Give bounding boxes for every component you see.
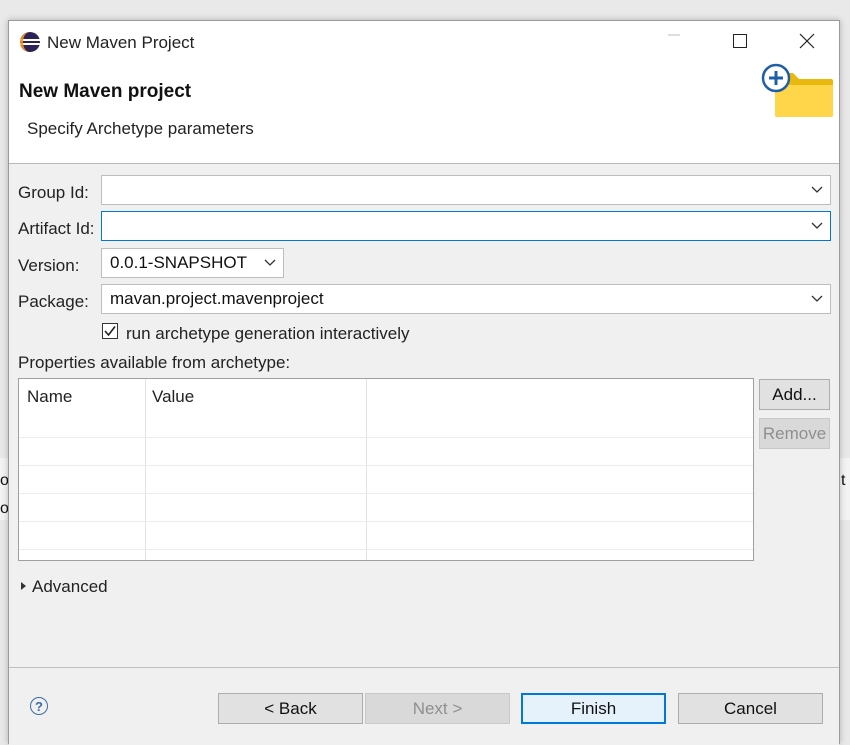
maximize-button[interactable] xyxy=(717,21,763,61)
interactive-checkbox-label[interactable]: run archetype generation interactively xyxy=(126,324,410,344)
version-label: Version: xyxy=(18,256,80,275)
chevron-down-icon[interactable] xyxy=(804,222,830,230)
cancel-button[interactable]: Cancel xyxy=(678,693,823,724)
table-row xyxy=(19,437,753,438)
title-bar: New Maven Project xyxy=(9,21,839,63)
new-maven-project-dialog: New Maven Project New Maven project Spec… xyxy=(8,20,840,745)
table-row xyxy=(19,549,753,550)
add-property-button[interactable]: Add... xyxy=(759,379,830,410)
finish-button[interactable]: Finish xyxy=(521,693,666,724)
window-title: New Maven Project xyxy=(47,33,195,52)
column-divider xyxy=(145,379,146,560)
minimize-button[interactable] xyxy=(651,21,697,61)
column-header-name[interactable]: Name xyxy=(27,387,72,407)
wizard-header: New Maven project Specify Archetype para… xyxy=(9,63,839,164)
column-divider xyxy=(366,379,367,560)
next-button[interactable]: Next > xyxy=(365,693,510,724)
expand-arrow-icon[interactable] xyxy=(20,581,28,591)
package-label: Package: xyxy=(18,292,89,311)
table-row xyxy=(19,465,753,466)
group-id-label: Group Id: xyxy=(18,183,89,202)
close-button[interactable] xyxy=(784,21,830,61)
minimize-icon xyxy=(668,34,680,36)
close-icon xyxy=(799,33,815,49)
eclipse-icon xyxy=(20,32,40,52)
chevron-down-icon[interactable] xyxy=(257,259,283,267)
group-id-combo[interactable] xyxy=(101,175,831,205)
package-value: mavan.project.mavenproject xyxy=(110,289,324,308)
maximize-icon xyxy=(733,34,747,48)
page-title: New Maven project xyxy=(19,81,192,102)
page-subtitle: Specify Archetype parameters xyxy=(27,119,254,138)
column-header-value[interactable]: Value xyxy=(152,387,194,407)
background-text: t xyxy=(841,472,846,489)
checkmark-icon xyxy=(104,326,116,337)
back-button[interactable]: < Back xyxy=(218,693,363,724)
chevron-down-icon[interactable] xyxy=(804,186,830,194)
properties-table[interactable]: Name Value xyxy=(18,378,754,561)
remove-property-button[interactable]: Remove xyxy=(759,418,830,449)
package-combo[interactable]: mavan.project.mavenproject xyxy=(101,284,831,314)
table-row xyxy=(19,493,753,494)
help-icon[interactable]: ? xyxy=(30,697,48,715)
properties-label: Properties available from archetype: xyxy=(18,353,291,372)
chevron-down-icon[interactable] xyxy=(804,295,830,303)
version-select[interactable]: 0.0.1-SNAPSHOT xyxy=(101,248,284,278)
artifact-id-combo[interactable] xyxy=(101,211,831,241)
artifact-id-label: Artifact Id: xyxy=(18,219,95,238)
version-value: 0.0.1-SNAPSHOT xyxy=(110,253,247,272)
table-row xyxy=(19,521,753,522)
new-folder-icon xyxy=(761,63,833,117)
interactive-checkbox[interactable] xyxy=(102,323,118,339)
advanced-section-toggle[interactable]: Advanced xyxy=(32,577,108,597)
